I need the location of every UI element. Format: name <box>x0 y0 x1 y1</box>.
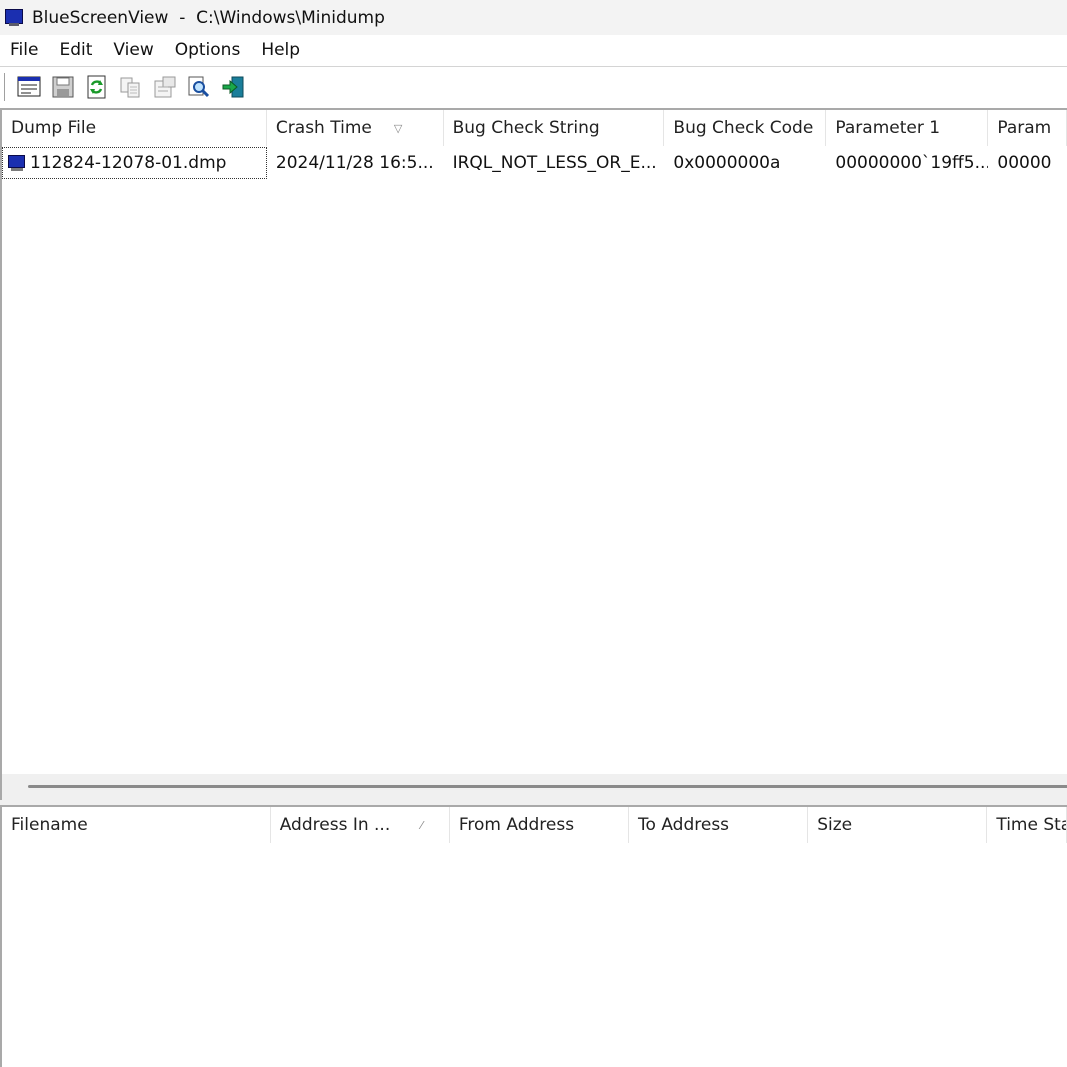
dump-file-icon <box>8 154 26 172</box>
save-icon <box>52 76 74 98</box>
col-parameter-2[interactable]: Param <box>988 110 1067 146</box>
cell-bug-check-string[interactable]: IRQL_NOT_LESS_OR_E... <box>444 147 665 179</box>
menu-edit[interactable]: Edit <box>49 40 103 60</box>
col-from-address[interactable]: From Address <box>450 807 630 843</box>
html-report-button[interactable] <box>151 73 179 101</box>
exit-button[interactable] <box>219 73 247 101</box>
copy-icon <box>120 77 140 98</box>
col-bug-check-string[interactable]: Bug Check String <box>444 110 665 146</box>
crash-list-header: Dump File Crash Time ▽ Bug Check String … <box>2 110 1067 147</box>
properties-button[interactable] <box>15 73 43 101</box>
find-button[interactable] <box>185 73 213 101</box>
col-crash-time[interactable]: Crash Time ▽ <box>267 110 444 146</box>
driver-list[interactable]: Filename Address In ... ⁄ From Address T… <box>0 805 1067 1067</box>
col-to-address[interactable]: To Address <box>629 807 809 843</box>
menu-help[interactable]: Help <box>251 40 311 60</box>
col-address-in-stack[interactable]: Address In ... ⁄ <box>271 807 450 843</box>
properties-icon <box>17 76 41 97</box>
crash-row[interactable]: 112824-12078-01.dmp 2024/11/28 16:5... I… <box>2 147 1067 179</box>
window-title: BlueScreenView - C:\Windows\Minidump <box>32 7 385 28</box>
col-parameter-1[interactable]: Parameter 1 <box>826 110 989 146</box>
refresh-icon <box>87 75 106 99</box>
toolbar-grip <box>4 73 7 101</box>
menu-options[interactable]: Options <box>165 40 252 60</box>
toolbar <box>0 66 1067 107</box>
driver-list-header: Filename Address In ... ⁄ From Address T… <box>2 807 1067 844</box>
cell-dump-file[interactable]: 112824-12078-01.dmp <box>2 147 267 179</box>
html-report-icon <box>154 76 176 98</box>
refresh-button[interactable] <box>83 73 111 101</box>
cell-parameter-1[interactable]: 00000000`19ff5... <box>826 147 988 179</box>
title-bar: BlueScreenView - C:\Windows\Minidump <box>0 0 1067 35</box>
copy-button[interactable] <box>117 73 145 101</box>
cell-crash-time[interactable]: 2024/11/28 16:5... <box>267 147 444 179</box>
cell-parameter-2[interactable]: 00000 <box>988 147 1067 179</box>
save-button[interactable] <box>49 73 77 101</box>
scrollbar-thumb[interactable] <box>28 785 1067 788</box>
col-bug-check-code[interactable]: Bug Check Code <box>664 110 827 146</box>
find-icon <box>188 76 210 98</box>
menu-file[interactable]: File <box>0 40 49 60</box>
exit-icon <box>222 76 244 98</box>
col-filename[interactable]: Filename <box>2 807 271 843</box>
col-time-stamp[interactable]: Time Sta <box>987 807 1067 843</box>
menu-bar: File Edit View Options Help <box>0 35 1067 65</box>
col-crash-time-label: Crash Time <box>275 118 372 138</box>
col-dump-file[interactable]: Dump File <box>2 110 267 146</box>
sort-ascending-icon: ⁄ <box>420 818 423 832</box>
cell-bug-check-code[interactable]: 0x0000000a <box>664 147 826 179</box>
crash-list-horizontal-scrollbar[interactable] <box>0 774 1067 800</box>
bluescreen-app-icon <box>4 8 24 28</box>
sort-descending-icon: ▽ <box>393 121 403 135</box>
crash-list[interactable]: Dump File Crash Time ▽ Bug Check String … <box>0 108 1067 778</box>
app-window: BlueScreenView - C:\Windows\Minidump Fil… <box>0 0 1067 1067</box>
col-size[interactable]: Size <box>808 807 988 843</box>
col-address-in-stack-label: Address In ... <box>279 815 391 835</box>
menu-view[interactable]: View <box>103 40 164 60</box>
dump-file-name: 112824-12078-01.dmp <box>30 153 227 173</box>
